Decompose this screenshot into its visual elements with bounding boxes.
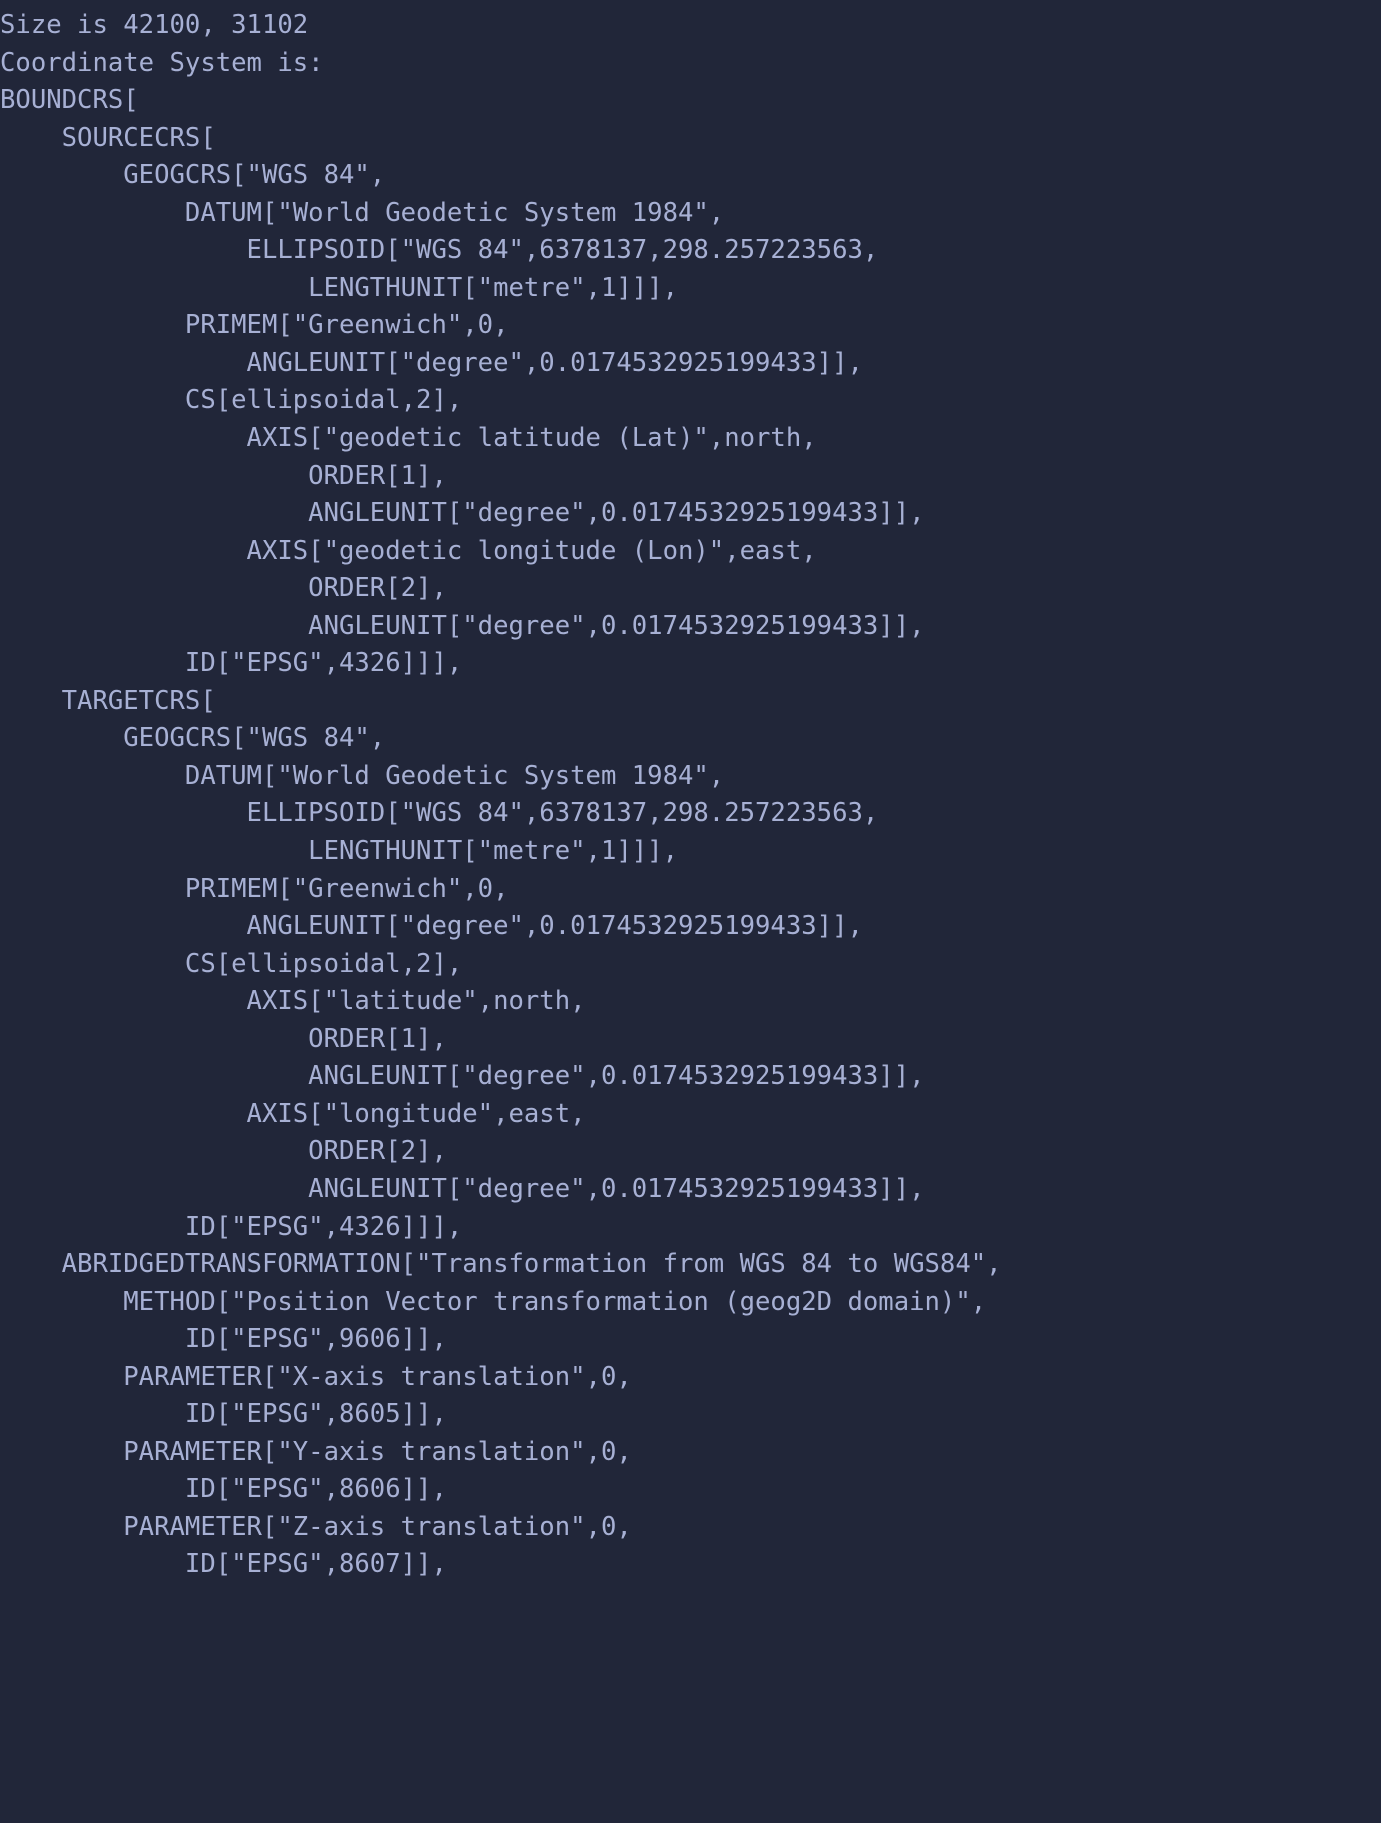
terminal-line: AXIS["longitude",east, bbox=[0, 1098, 586, 1129]
terminal-line: METHOD["Position Vector transformation (… bbox=[0, 1286, 987, 1317]
terminal-line: PRIMEM["Greenwich",0, bbox=[0, 873, 509, 904]
terminal-line: GEOGCRS["WGS 84", bbox=[0, 160, 386, 191]
terminal-line: ID["EPSG",8607]], bbox=[0, 1549, 447, 1580]
terminal-line: ABRIDGEDTRANSFORMATION["Transformation f… bbox=[0, 1249, 1002, 1280]
terminal-line: ANGLEUNIT["degree",0.0174532925199433]], bbox=[0, 911, 863, 942]
terminal-line: CS[ellipsoidal,2], bbox=[0, 948, 463, 979]
terminal-line: ORDER[1], bbox=[0, 460, 447, 491]
terminal-line: ANGLEUNIT["degree",0.0174532925199433]], bbox=[0, 347, 863, 378]
terminal-line: ANGLEUNIT["degree",0.0174532925199433]], bbox=[0, 610, 925, 641]
terminal-line: ORDER[2], bbox=[0, 1136, 447, 1167]
terminal-line: ID["EPSG",8606]], bbox=[0, 1474, 447, 1505]
terminal-line: PARAMETER["Z-axis translation",0, bbox=[0, 1511, 632, 1542]
terminal-line: PRIMEM["Greenwich",0, bbox=[0, 310, 509, 341]
terminal-line: ORDER[2], bbox=[0, 573, 447, 604]
terminal-line: BOUNDCRS[ bbox=[0, 85, 139, 116]
terminal-line: ID["EPSG",4326]]], bbox=[0, 1211, 463, 1242]
terminal-line: TARGETCRS[ bbox=[0, 685, 216, 716]
terminal-line: ANGLEUNIT["degree",0.0174532925199433]], bbox=[0, 1061, 925, 1092]
terminal-line: GEOGCRS["WGS 84", bbox=[0, 723, 386, 754]
terminal-line: Size is 42100, 31102 bbox=[0, 10, 309, 40]
terminal-line: ID["EPSG",4326]]], bbox=[0, 648, 463, 679]
terminal-line: Coordinate System is: bbox=[0, 47, 324, 78]
terminal-line: AXIS["geodetic longitude (Lon)",east, bbox=[0, 535, 817, 566]
terminal-line: AXIS["latitude",north, bbox=[0, 986, 586, 1017]
terminal-line: CS[ellipsoidal,2], bbox=[0, 385, 463, 416]
terminal-output-pane[interactable]: Size is 42100, 31102 Coordinate System is… bbox=[0, 0, 1381, 1823]
terminal-line: SOURCECRS[ bbox=[0, 122, 216, 153]
terminal-line: DATUM["World Geodetic System 1984", bbox=[0, 760, 725, 791]
terminal-line: ELLIPSOID["WGS 84",6378137,298.257223563… bbox=[0, 798, 879, 829]
terminal-line: ELLIPSOID["WGS 84",6378137,298.257223563… bbox=[0, 235, 879, 266]
terminal-line: ORDER[1], bbox=[0, 1023, 447, 1054]
terminal-line: ANGLEUNIT["degree",0.0174532925199433]], bbox=[0, 1173, 925, 1204]
terminal-line: PARAMETER["Y-axis translation",0, bbox=[0, 1436, 632, 1467]
wkt-coordinate-system-text: Size is 42100, 31102 Coordinate System is… bbox=[0, 7, 1002, 1584]
terminal-line: LENGTHUNIT["metre",1]]], bbox=[0, 836, 678, 867]
terminal-line: LENGTHUNIT["metre",1]]], bbox=[0, 272, 678, 303]
terminal-line: ID["EPSG",9606]], bbox=[0, 1324, 447, 1355]
terminal-line: ID["EPSG",8605]], bbox=[0, 1399, 447, 1430]
terminal-line: ANGLEUNIT["degree",0.0174532925199433]], bbox=[0, 498, 925, 529]
terminal-line: DATUM["World Geodetic System 1984", bbox=[0, 197, 725, 228]
terminal-line: AXIS["geodetic latitude (Lat)",north, bbox=[0, 423, 817, 454]
terminal-line: PARAMETER["X-axis translation",0, bbox=[0, 1361, 632, 1392]
